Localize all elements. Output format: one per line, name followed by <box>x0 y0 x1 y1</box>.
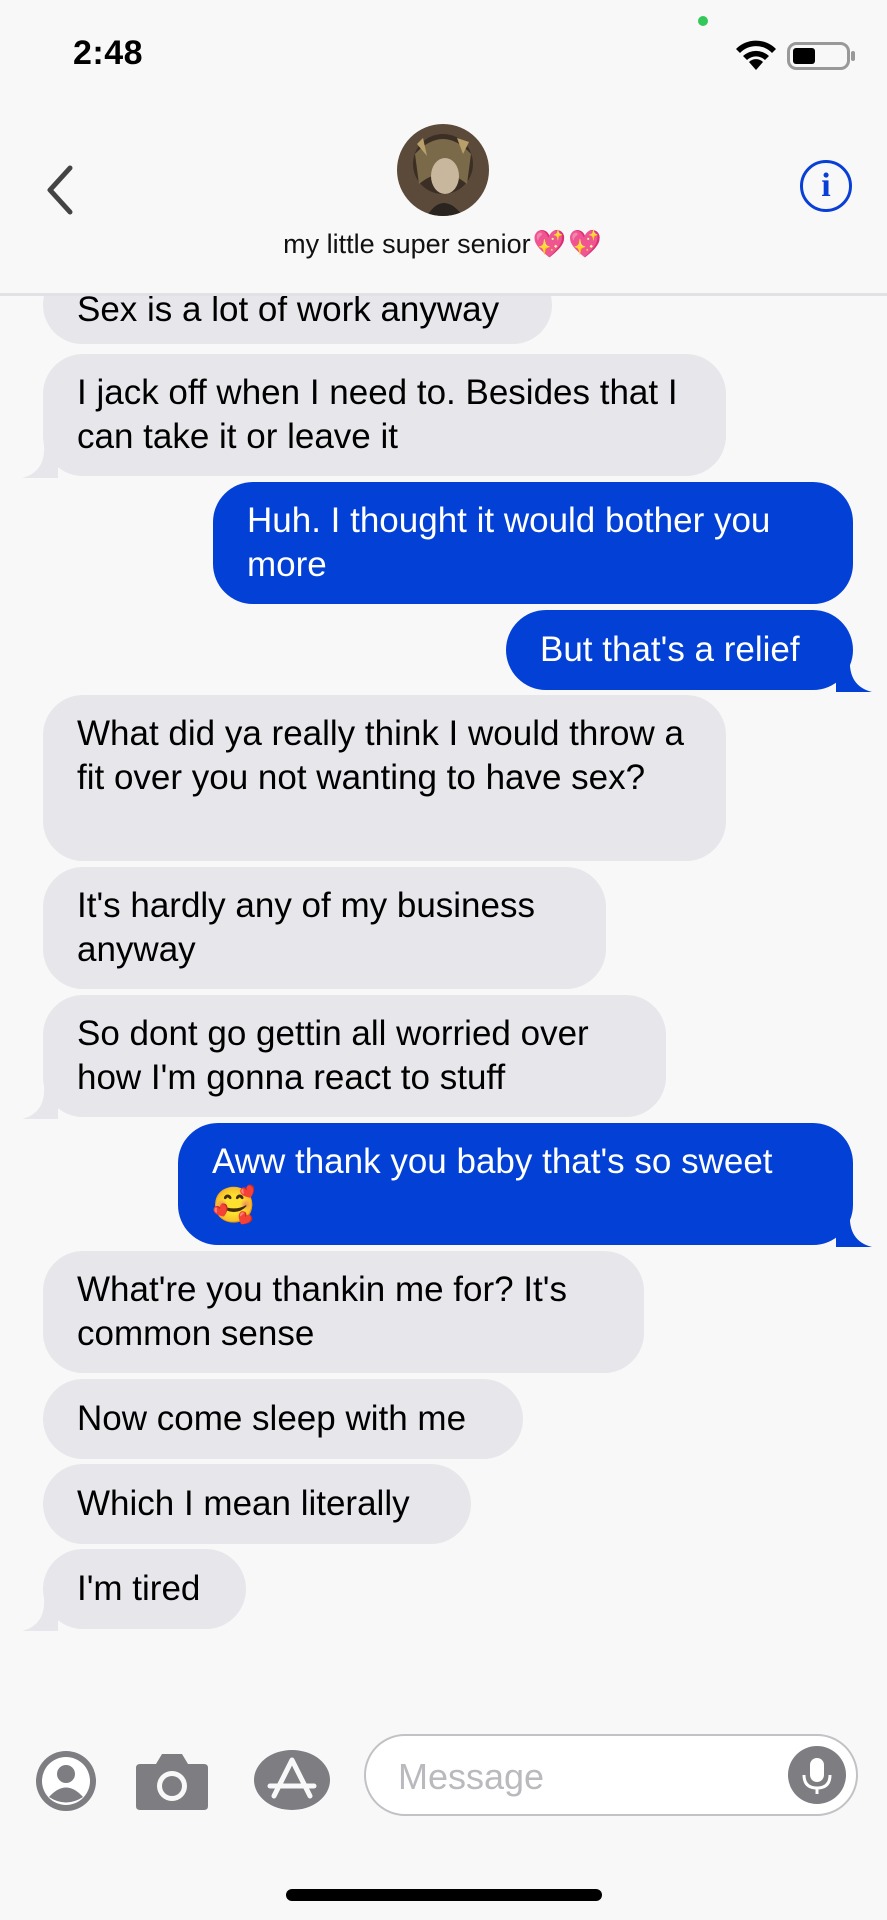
contact-name-text: my little super senior <box>283 229 531 259</box>
info-icon: i <box>821 167 831 204</box>
message-text: Now come sleep with me <box>77 1399 467 1438</box>
message-text: Aww thank you baby that's so sweet 🥰 <box>212 1142 773 1225</box>
wifi-icon <box>736 40 776 70</box>
back-chevron-icon[interactable] <box>40 160 80 220</box>
message-bubble-incoming[interactable]: What did ya really think I would throw a… <box>43 695 726 861</box>
message-bubble-incoming[interactable]: Which I mean literally <box>43 1464 471 1544</box>
message-text: I'm tired <box>77 1569 201 1608</box>
outgoing-bubble-tail <box>836 1213 872 1247</box>
message-bubble-incoming[interactable]: I jack off when I need to. Besides that … <box>43 354 726 476</box>
message-composer: Message <box>0 1720 887 1920</box>
incoming-bubble-tail <box>22 1085 58 1119</box>
message-bubble-incoming[interactable]: Now come sleep with me <box>43 1379 523 1459</box>
contact-name-emoji: 💖💖 <box>532 229 604 259</box>
message-bubble-incoming[interactable]: Sex is a lot of work anyway <box>43 296 552 344</box>
incoming-bubble-tail <box>22 444 58 478</box>
message-bubble-outgoing[interactable]: Aww thank you baby that's so sweet 🥰 <box>178 1123 853 1245</box>
message-bubble-outgoing[interactable]: Huh. I thought it would bother you more <box>213 482 853 604</box>
message-bubble-incoming[interactable]: It's hardly any of my business anyway <box>43 867 606 989</box>
camera-icon[interactable] <box>134 1748 210 1812</box>
message-text: It's hardly any of my business anyway <box>77 886 535 969</box>
message-text: Huh. I thought it would bother you more <box>247 501 771 584</box>
message-text: Sex is a lot of work anyway <box>77 296 500 329</box>
message-text: So dont go gettin all worried over how I… <box>77 1014 589 1097</box>
microphone-icon[interactable] <box>788 1746 846 1804</box>
message-bubble-incoming[interactable]: I'm tired <box>43 1549 246 1629</box>
message-text: I jack off when I need to. Besides that … <box>77 373 678 456</box>
message-text: But that's a relief <box>540 630 800 669</box>
message-input[interactable]: Message <box>364 1734 858 1816</box>
contact-card-icon[interactable] <box>35 1750 97 1812</box>
message-bubble-outgoing[interactable]: But that's a relief <box>506 610 853 690</box>
message-thread: Sex is a lot of work anyway I jack off w… <box>0 296 887 1726</box>
messages-screen: 2:48 my little super senior💖💖 i Sex is a… <box>0 0 887 1920</box>
app-store-icon[interactable] <box>252 1748 332 1812</box>
contact-avatar[interactable] <box>397 124 489 216</box>
outgoing-bubble-tail <box>836 658 872 692</box>
home-indicator[interactable] <box>286 1889 602 1901</box>
battery-icon <box>787 42 855 70</box>
message-text: What did ya really think I would throw a… <box>77 714 684 797</box>
message-bubble-incoming[interactable]: So dont go gettin all worried over how I… <box>43 995 666 1117</box>
info-button[interactable]: i <box>800 160 852 212</box>
conversation-header: my little super senior💖💖 i <box>0 100 887 296</box>
message-input-placeholder: Message <box>398 1756 545 1797</box>
contact-name[interactable]: my little super senior💖💖 <box>0 228 887 260</box>
status-bar: 2:48 <box>0 0 887 100</box>
message-text: Which I mean literally <box>77 1484 410 1523</box>
incoming-bubble-tail <box>22 1597 58 1631</box>
message-text: What're you thankin me for? It's common … <box>77 1270 567 1353</box>
camera-in-use-indicator <box>698 16 708 26</box>
status-time: 2:48 <box>73 34 144 72</box>
message-bubble-incoming[interactable]: What're you thankin me for? It's common … <box>43 1251 644 1373</box>
